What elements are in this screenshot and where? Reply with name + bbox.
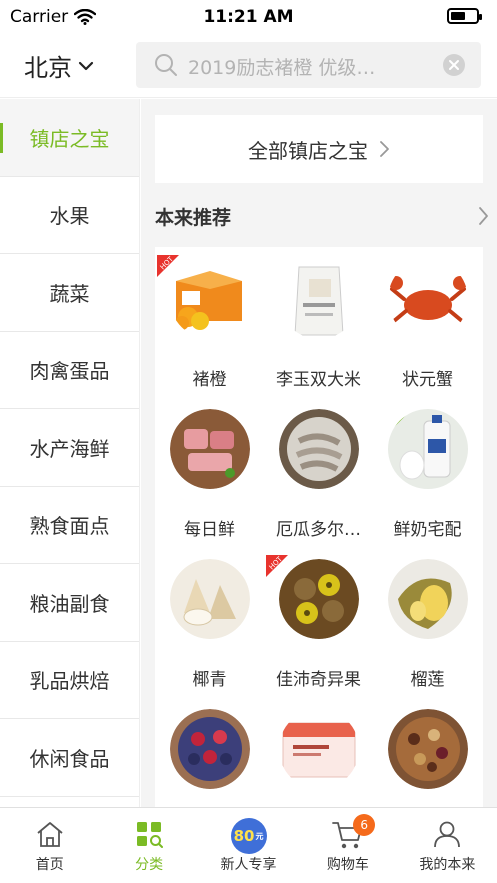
coupon-value: 80 xyxy=(233,827,255,845)
sidebar-item[interactable]: 休闲食品 xyxy=(0,719,139,797)
sidebar-item-label: 镇店之宝 xyxy=(29,126,110,151)
chevron-right-icon xyxy=(380,141,389,157)
rice-bag-icon xyxy=(279,259,359,339)
hot-tag-icon: HOT xyxy=(266,555,300,589)
category-icon xyxy=(137,822,164,848)
shrimp-icon xyxy=(279,409,359,489)
sidebar-item-label: 乳品烘焙 xyxy=(29,669,110,694)
tab-home[interactable]: 首页 xyxy=(0,808,99,883)
tab-newcomer[interactable]: 80 元 新人专享 xyxy=(199,808,298,883)
sidebar-item-label: 粮油副食 xyxy=(29,591,110,616)
tab-profile-label: 我的本来 xyxy=(419,857,476,873)
product-item[interactable] xyxy=(264,697,373,807)
product-item[interactable]: 鲜奶宅配 xyxy=(373,397,482,547)
all-treasures-label: 全部镇店之宝 xyxy=(248,138,368,163)
status-bar: Carrier 11:21 AM xyxy=(0,0,497,34)
hot-tag-icon: HOT xyxy=(157,255,191,289)
product-label: 椰青 xyxy=(192,670,227,690)
durian-icon xyxy=(388,559,468,639)
product-item[interactable]: 每日鲜 xyxy=(155,397,264,547)
product-item[interactable]: HOT 褚橙 xyxy=(155,247,264,397)
category-sidebar: 镇店之宝水果蔬菜肉禽蛋品水产海鲜熟食面点粮油副食乳品烘焙休闲食品 xyxy=(0,99,140,807)
product-label: 李玉双大米 xyxy=(276,370,361,390)
chevron-right-icon xyxy=(479,207,488,225)
product-label: 佳沛奇异果 xyxy=(276,670,361,690)
coupon-unit: 元 xyxy=(255,831,264,841)
tab-cart[interactable]: 6 购物车 xyxy=(298,808,397,883)
sidebar-item-label: 熟食面点 xyxy=(29,514,110,539)
berries-icon xyxy=(170,709,250,789)
sidebar-item-label: 水果 xyxy=(49,204,90,229)
category-content: 全部镇店之宝 本来推荐 HOT 褚橙 李玉双大米 状元蟹 每日鲜 厄瓜多尔… 鲜奶宅配 椰青 H… xyxy=(141,99,497,807)
sidebar-item[interactable]: 蔬菜 xyxy=(0,254,139,332)
close-icon xyxy=(449,60,459,70)
nuts-icon xyxy=(388,709,468,789)
sidebar-item-label: 水产海鲜 xyxy=(29,436,110,461)
search-bar[interactable]: 2019励志褚橙 优级… xyxy=(136,42,481,88)
cart-badge: 6 xyxy=(353,814,376,836)
header: 北京 2019励志褚橙 优级… xyxy=(0,34,497,98)
sidebar-item-label: 肉禽蛋品 xyxy=(29,359,110,384)
tab-cart-label: 购物车 xyxy=(326,857,369,873)
product-label: 厄瓜多尔… xyxy=(276,520,361,540)
tab-newcomer-label: 新人专享 xyxy=(220,857,277,873)
sidebar-item[interactable]: 乳品烘焙 xyxy=(0,641,139,719)
sidebar-item[interactable]: 水产海鲜 xyxy=(0,409,139,487)
clock: 11:21 AM xyxy=(203,7,294,27)
product-label: 鲜奶宅配 xyxy=(393,520,462,540)
sidebar-item[interactable]: 肉禽蛋品 xyxy=(0,331,139,409)
coconut-icon xyxy=(170,559,250,639)
battery-fill xyxy=(451,12,465,20)
tab-category[interactable]: 分类 xyxy=(99,808,198,883)
city-label: 北京 xyxy=(24,54,72,82)
milk-icon xyxy=(388,409,468,489)
tab-bar: 首页 分类 80 元 新人专享 6 购物车 我的本来 xyxy=(0,807,497,883)
tab-profile[interactable]: 我的本来 xyxy=(398,808,497,883)
sidebar-item[interactable]: 镇店之宝 xyxy=(0,99,139,177)
product-item[interactable]: 厄瓜多尔… xyxy=(264,397,373,547)
product-item[interactable] xyxy=(155,697,264,807)
crab-icon xyxy=(388,259,468,339)
search-icon xyxy=(155,54,177,76)
sidebar-item[interactable]: 水果 xyxy=(0,176,139,254)
home-icon xyxy=(37,822,63,847)
tab-home-label: 首页 xyxy=(35,857,64,873)
coupon-icon: 80 元 xyxy=(230,818,267,854)
sidebar-item[interactable]: 熟食面点 xyxy=(0,486,139,564)
product-item[interactable] xyxy=(373,697,482,807)
product-label: 褚橙 xyxy=(192,370,227,390)
product-grid: HOT 褚橙 李玉双大米 状元蟹每日鲜 厄瓜多尔… 鲜奶宅配椰青 HOT 佳沛奇异果 榴莲 xyxy=(155,247,483,807)
recommend-title: 本来推荐 xyxy=(155,206,232,229)
product-item[interactable]: 状元蟹 xyxy=(373,247,482,397)
pork-icon xyxy=(170,409,250,489)
gift-box-icon xyxy=(279,709,359,789)
sidebar-item[interactable]: 粮油副食 xyxy=(0,564,139,642)
product-label: 每日鲜 xyxy=(184,520,235,540)
tab-category-label: 分类 xyxy=(135,857,164,873)
city-selector[interactable]: 北京 xyxy=(24,48,94,83)
clear-search-button[interactable] xyxy=(443,54,465,76)
recommend-header[interactable]: 本来推荐 xyxy=(155,199,488,233)
product-item[interactable]: HOT 佳沛奇异果 xyxy=(264,547,373,697)
all-treasures-link[interactable]: 全部镇店之宝 xyxy=(155,115,483,183)
search-input[interactable]: 2019励志褚橙 优级… xyxy=(188,53,418,80)
product-label: 榴莲 xyxy=(410,670,445,690)
user-icon xyxy=(434,821,461,848)
product-item[interactable]: 李玉双大米 xyxy=(264,247,373,397)
product-item[interactable]: 榴莲 xyxy=(373,547,482,697)
sidebar-item-label: 休闲食品 xyxy=(29,746,110,771)
product-label: 状元蟹 xyxy=(402,370,453,390)
battery-icon xyxy=(447,8,482,24)
product-item[interactable]: 椰青 xyxy=(155,547,264,697)
chevron-down-icon xyxy=(78,61,94,70)
sidebar-item-label: 蔬菜 xyxy=(49,281,90,306)
